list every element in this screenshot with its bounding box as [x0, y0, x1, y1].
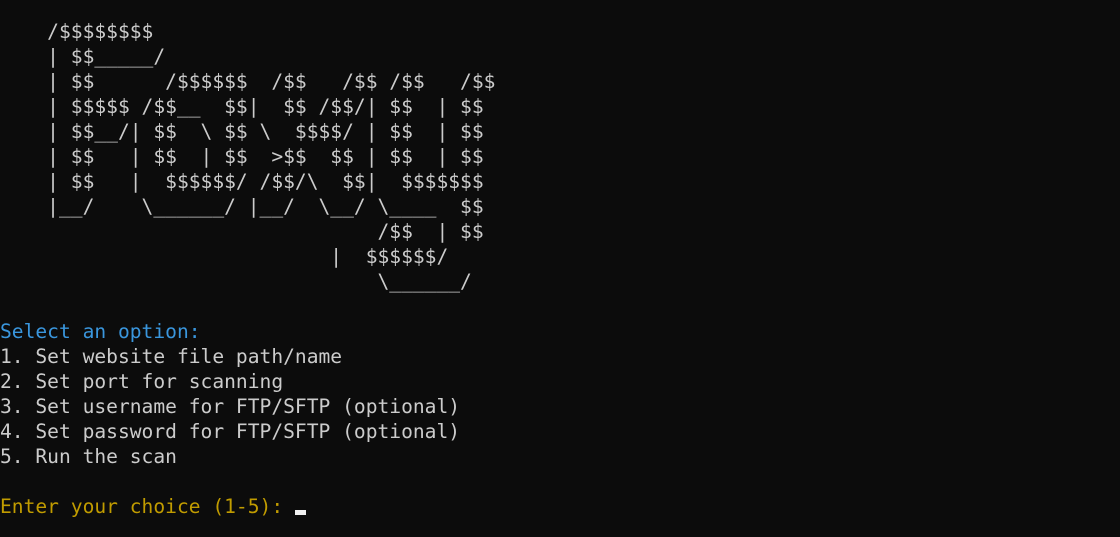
banner-line: | $$__/| $$ \ $$ \ $$$$/ | $$ | $$ — [0, 120, 484, 143]
banner-line: \______/ — [0, 270, 472, 293]
terminal-window[interactable]: /$$$$$$$$ | $$_____/ | $$ /$$$$$$ /$$ /$… — [0, 0, 1120, 537]
banner-line: | $$ | $$$$$$/ /$$/\ $$| $$$$$$$ — [0, 170, 484, 193]
menu-option-1: 1. Set website file path/name — [0, 345, 343, 368]
choice-prompt: Enter your choice (1-5): — [0, 495, 295, 518]
menu-option-4: 4. Set password for FTP/SFTP (optional) — [0, 420, 461, 443]
banner-line: | $$ | $$ | $$ >$$ $$ | $$ | $$ — [0, 145, 484, 168]
ascii-banner: /$$$$$$$$ | $$_____/ | $$ /$$$$$$ /$$ /$… — [0, 19, 1120, 294]
menu-heading: Select an option: — [0, 320, 201, 343]
banner-line: /$$$$$$$$ — [0, 20, 154, 43]
banner-line: |__/ \______/ |__/ \__/ \____ $$ — [0, 195, 484, 218]
input-line[interactable]: Enter your choice (1-5): — [0, 494, 1120, 519]
banner-line: | $$$$$$/ — [0, 245, 449, 268]
banner-line: | $$_____/ — [0, 45, 166, 68]
text-cursor[interactable] — [294, 510, 306, 515]
menu-option-3: 3. Set username for FTP/SFTP (optional) — [0, 395, 461, 418]
banner-line: | $$ /$$$$$$ /$$ /$$ /$$ /$$ — [0, 70, 496, 93]
banner-line: | $$$$$ /$$__ $$| $$ /$$/| $$ | $$ — [0, 95, 484, 118]
menu-option-5: 5. Run the scan — [0, 445, 177, 468]
menu-option-2: 2. Set port for scanning — [0, 370, 284, 393]
banner-line: /$$ | $$ — [0, 220, 484, 243]
